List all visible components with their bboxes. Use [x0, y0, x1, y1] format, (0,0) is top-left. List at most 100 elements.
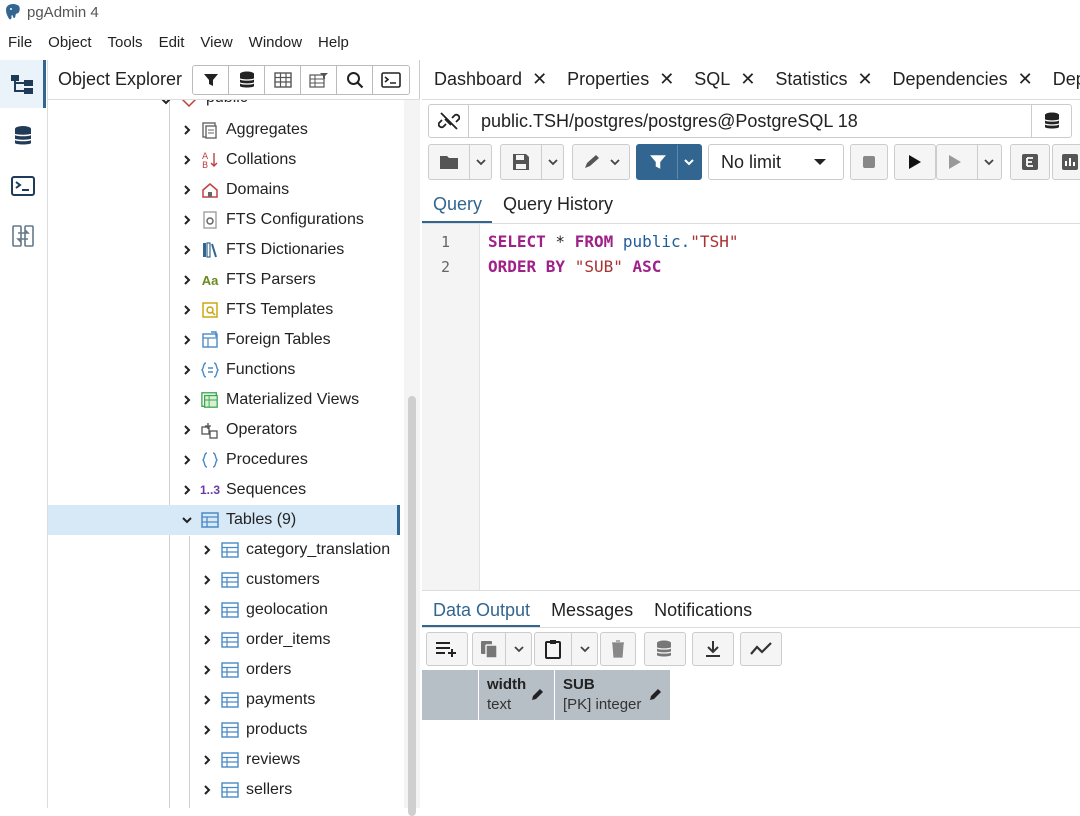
- close-icon[interactable]: ✕: [659, 69, 674, 90]
- tree-node-fts-templates[interactable]: FTS Templates: [48, 295, 400, 325]
- sql-editor[interactable]: 1 2 SELECT * FROM public."TSH" ORDER BY …: [422, 224, 1080, 590]
- tree-node-public[interactable]: public: [48, 100, 400, 110]
- tree-node-table-order-items[interactable]: order_items: [48, 625, 400, 655]
- search-objects-button[interactable]: [337, 65, 373, 94]
- tree-node-fts-dictionaries[interactable]: FTS Dictionaries: [48, 235, 400, 265]
- tree-node-table-sellers[interactable]: sellers: [48, 775, 400, 805]
- chevron-right-icon[interactable]: [180, 183, 194, 197]
- menu-help[interactable]: Help: [310, 30, 357, 56]
- tree-node-table-payments[interactable]: payments: [48, 685, 400, 715]
- column-header-sub[interactable]: SUB [PK] integer: [554, 670, 670, 720]
- psql-tool-button[interactable]: [373, 65, 409, 94]
- chevron-right-icon[interactable]: [200, 663, 214, 677]
- edit-pencil-icon[interactable]: [649, 687, 663, 701]
- object-explorer-rail-button[interactable]: [0, 60, 46, 108]
- tree-node-table-products[interactable]: products: [48, 715, 400, 745]
- tree-node-domains[interactable]: Domains: [48, 175, 400, 205]
- chevron-right-icon[interactable]: [180, 303, 194, 317]
- tab-query[interactable]: Query: [422, 184, 493, 223]
- tree-node-aggregates[interactable]: Aggregates: [48, 115, 400, 145]
- chevron-right-icon[interactable]: [180, 153, 194, 167]
- chevron-right-icon[interactable]: [180, 123, 194, 137]
- chevron-right-icon[interactable]: [180, 453, 194, 467]
- tree-node-table-orders[interactable]: orders: [48, 655, 400, 685]
- tree-node-sequences[interactable]: 1..3 Sequences: [48, 475, 400, 505]
- graph-visualiser-button[interactable]: [1052, 144, 1080, 180]
- add-row-button[interactable]: [426, 632, 468, 666]
- query-tool-rail-button[interactable]: [0, 112, 46, 160]
- filter-button[interactable]: [193, 65, 229, 94]
- tree-scrollbar[interactable]: [404, 100, 420, 816]
- chevron-right-icon[interactable]: [180, 213, 194, 227]
- tree-node-tables-9[interactable]: Tables (9): [48, 505, 400, 535]
- execute-query-button[interactable]: [894, 144, 936, 180]
- tab-notifications[interactable]: Notifications: [643, 591, 762, 627]
- connection-status-button[interactable]: [429, 105, 469, 137]
- chevron-right-icon[interactable]: [200, 693, 214, 707]
- tree-node-fts-configurations[interactable]: FTS Configurations: [48, 205, 400, 235]
- chevron-right-icon[interactable]: [180, 333, 194, 347]
- chevron-right-icon[interactable]: [180, 243, 194, 257]
- tab-dependencies[interactable]: Dependencies ✕: [881, 69, 1041, 90]
- copy-button[interactable]: [472, 632, 532, 666]
- chevron-right-icon[interactable]: [200, 723, 214, 737]
- delete-row-button[interactable]: [600, 632, 636, 666]
- edit-pencil-icon[interactable]: [531, 687, 545, 701]
- tab-properties[interactable]: Properties ✕: [555, 69, 682, 90]
- tree-node-fts-parsers[interactable]: Aa FTS Parsers: [48, 265, 400, 295]
- tab-statistics[interactable]: Statistics ✕: [763, 69, 880, 90]
- menu-object[interactable]: Object: [40, 30, 99, 56]
- edit-menu-button[interactable]: [572, 144, 630, 180]
- tree-node-materialized-views[interactable]: Materialized Views: [48, 385, 400, 415]
- tab-dependents[interactable]: Depend: [1041, 69, 1080, 90]
- graph-button[interactable]: [740, 632, 782, 666]
- paste-button[interactable]: [534, 632, 598, 666]
- chevron-right-icon[interactable]: [180, 393, 194, 407]
- tree-node-procedures[interactable]: Procedures: [48, 445, 400, 475]
- close-icon[interactable]: ✕: [1018, 69, 1033, 90]
- filtered-rows-button[interactable]: [301, 65, 337, 94]
- tree-node-table-category-translation[interactable]: category_translation: [48, 535, 400, 565]
- tree-node-table-reviews[interactable]: reviews: [48, 745, 400, 775]
- menu-edit[interactable]: Edit: [151, 30, 193, 56]
- query-tool-button[interactable]: [229, 65, 265, 94]
- menu-window[interactable]: Window: [241, 30, 310, 56]
- open-file-button[interactable]: [428, 144, 492, 180]
- tab-query-history[interactable]: Query History: [492, 184, 623, 223]
- save-data-button[interactable]: [644, 632, 686, 666]
- stop-query-button[interactable]: [850, 144, 888, 180]
- view-data-button[interactable]: [265, 65, 301, 94]
- explain-analyze-button[interactable]: [1010, 144, 1050, 180]
- connection-bar[interactable]: public.TSH/postgres/postgres@PostgreSQL …: [428, 104, 1072, 138]
- psql-rail-button[interactable]: [0, 162, 46, 210]
- chevron-down-icon[interactable]: [180, 513, 194, 527]
- chevron-right-icon[interactable]: [200, 603, 214, 617]
- tree-node-functions[interactable]: Functions: [48, 355, 400, 385]
- schema-diff-rail-button[interactable]: [0, 212, 46, 260]
- chevron-right-icon[interactable]: [200, 573, 214, 587]
- filter-rows-button[interactable]: [636, 144, 702, 180]
- tree-node-foreign-tables[interactable]: Foreign Tables: [48, 325, 400, 355]
- column-header-width[interactable]: width text: [478, 670, 554, 720]
- tree-node-table-customers[interactable]: customers: [48, 565, 400, 595]
- download-button[interactable]: [692, 632, 734, 666]
- connection-database-button[interactable]: [1031, 105, 1071, 137]
- explain-button[interactable]: [936, 144, 1002, 180]
- chevron-right-icon[interactable]: [200, 783, 214, 797]
- chevron-right-icon[interactable]: [200, 543, 214, 557]
- tree-node-collations[interactable]: A B Collations: [48, 145, 400, 175]
- chevron-right-icon[interactable]: [180, 273, 194, 287]
- row-limit-select[interactable]: No limit: [708, 144, 844, 180]
- tab-messages[interactable]: Messages: [540, 591, 643, 627]
- tree-node-table-geolocation[interactable]: geolocation: [48, 595, 400, 625]
- save-file-button[interactable]: [500, 144, 564, 180]
- tree-node-operators[interactable]: Operators: [48, 415, 400, 445]
- close-icon[interactable]: ✕: [740, 69, 755, 90]
- menu-file[interactable]: File: [0, 30, 40, 56]
- tab-data-output[interactable]: Data Output: [422, 591, 541, 627]
- scrollbar-thumb[interactable]: [408, 396, 416, 816]
- chevron-right-icon[interactable]: [180, 423, 194, 437]
- tab-dashboard[interactable]: Dashboard ✕: [422, 69, 555, 90]
- chevron-right-icon[interactable]: [200, 753, 214, 767]
- chevron-right-icon[interactable]: [180, 363, 194, 377]
